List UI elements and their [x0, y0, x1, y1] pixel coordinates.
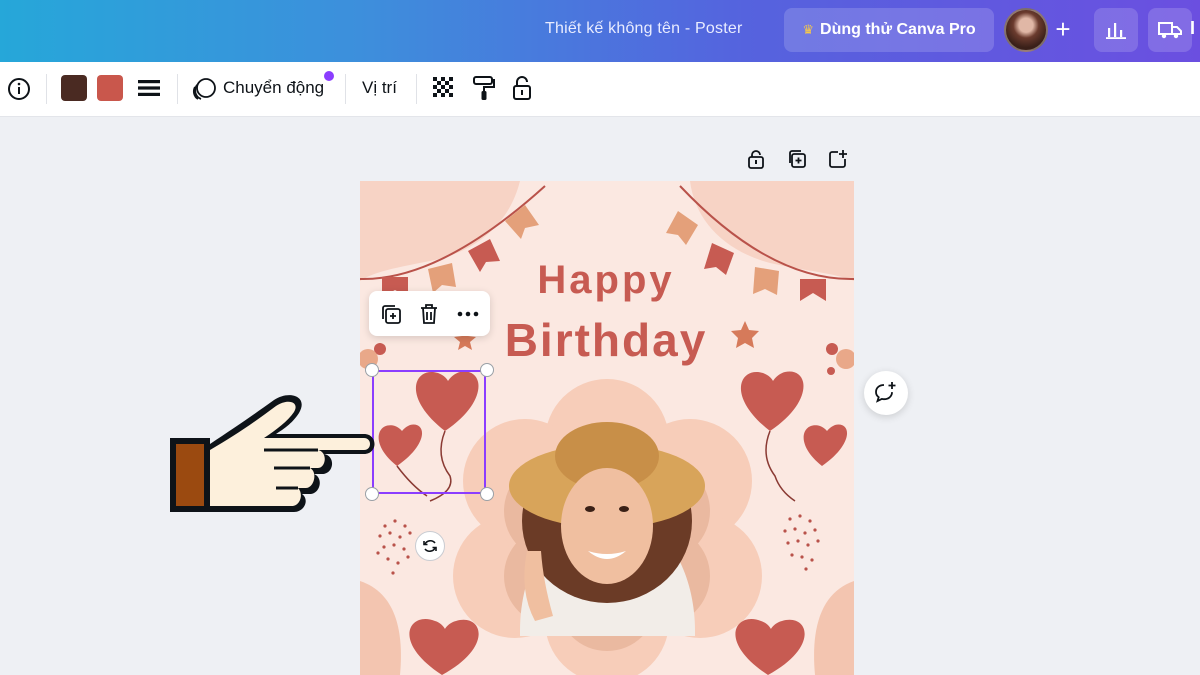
rotate-icon: [423, 539, 437, 553]
duplicate-page-button[interactable]: [786, 148, 808, 170]
toolbar-divider: [177, 74, 178, 104]
avatar[interactable]: [1004, 8, 1048, 52]
truck-icon: [1158, 22, 1182, 39]
toolbar-divider: [46, 74, 47, 104]
lock-button[interactable]: [512, 75, 532, 101]
duplicate-icon: [789, 150, 806, 168]
more-options-button[interactable]: [454, 300, 482, 328]
paint-roller-icon: [473, 76, 495, 100]
try-canva-pro-button[interactable]: ♛ Dùng thử Canva Pro: [784, 8, 994, 52]
delete-element-button[interactable]: [415, 300, 443, 328]
color-swatch-dark-brown[interactable]: [61, 75, 87, 101]
resize-handle-bottom-right[interactable]: [480, 487, 494, 501]
try-canva-pro-label: Dùng thử Canva Pro: [820, 21, 976, 38]
heart-balloon-bottom: [409, 619, 479, 675]
corner-blob: [360, 581, 401, 675]
star: [731, 321, 759, 348]
crown-icon: ♛: [802, 22, 815, 37]
poster-title-line1: Happy: [537, 258, 674, 302]
comment-add-icon: [875, 382, 896, 403]
corner-blob: [814, 581, 854, 675]
add-collaborator-button[interactable]: +: [1050, 14, 1076, 44]
heart-balloons-right[interactable]: [740, 371, 848, 502]
selection-box[interactable]: [372, 370, 486, 494]
context-toolbar: [0, 62, 1200, 117]
duplicate-element-button[interactable]: [377, 300, 405, 328]
line-weight-icon: [138, 80, 160, 96]
animation-icon: [192, 78, 216, 100]
color-swatch-coral[interactable]: [97, 75, 123, 101]
insights-button[interactable]: [1094, 8, 1138, 52]
pointing-hand-icon: [170, 395, 375, 512]
rotate-handle[interactable]: [415, 531, 445, 561]
position-button[interactable]: Vị trí: [362, 78, 397, 98]
dot-cluster-left: [376, 519, 412, 575]
lock-icon: [748, 150, 764, 169]
lock-page-button[interactable]: [745, 148, 767, 170]
toolbar-divider: [345, 74, 346, 104]
truncated-label[interactable]: I: [1190, 18, 1195, 39]
line-weight-button[interactable]: [137, 79, 161, 97]
animate-button[interactable]: Chuyển động: [223, 78, 324, 98]
add-page-button[interactable]: [827, 148, 849, 170]
toolbar-divider: [416, 74, 417, 104]
poster-title-line2: Birthday: [505, 314, 708, 366]
info-icon: [8, 78, 30, 100]
transparency-button[interactable]: [433, 77, 455, 99]
top-bar: Thiết kế không tên - Poster ♛ Dùng thử C…: [0, 0, 1200, 62]
copy-style-button[interactable]: [472, 75, 496, 101]
duplicate-icon: [382, 305, 401, 324]
transparency-icon: [433, 77, 453, 97]
add-page-icon: [829, 150, 847, 168]
element-context-menu: [369, 291, 490, 336]
document-title[interactable]: Thiết kế không tên - Poster: [545, 20, 743, 38]
resize-handle-top-right[interactable]: [480, 363, 494, 377]
notification-dot: [324, 71, 334, 81]
animate-icon-wrap[interactable]: [192, 76, 218, 102]
add-comment-button[interactable]: [864, 371, 908, 415]
lock-icon: [513, 76, 531, 100]
heart-balloon-bottom: [735, 619, 805, 675]
info-button[interactable]: [7, 77, 31, 101]
bar-chart-icon: [1106, 23, 1126, 39]
resize-handle-top-left[interactable]: [365, 363, 379, 377]
more-horizontal-icon: [457, 311, 479, 317]
dot-cluster-right: [783, 514, 820, 571]
trash-icon: [421, 304, 437, 324]
print-delivery-button[interactable]: [1148, 8, 1192, 52]
